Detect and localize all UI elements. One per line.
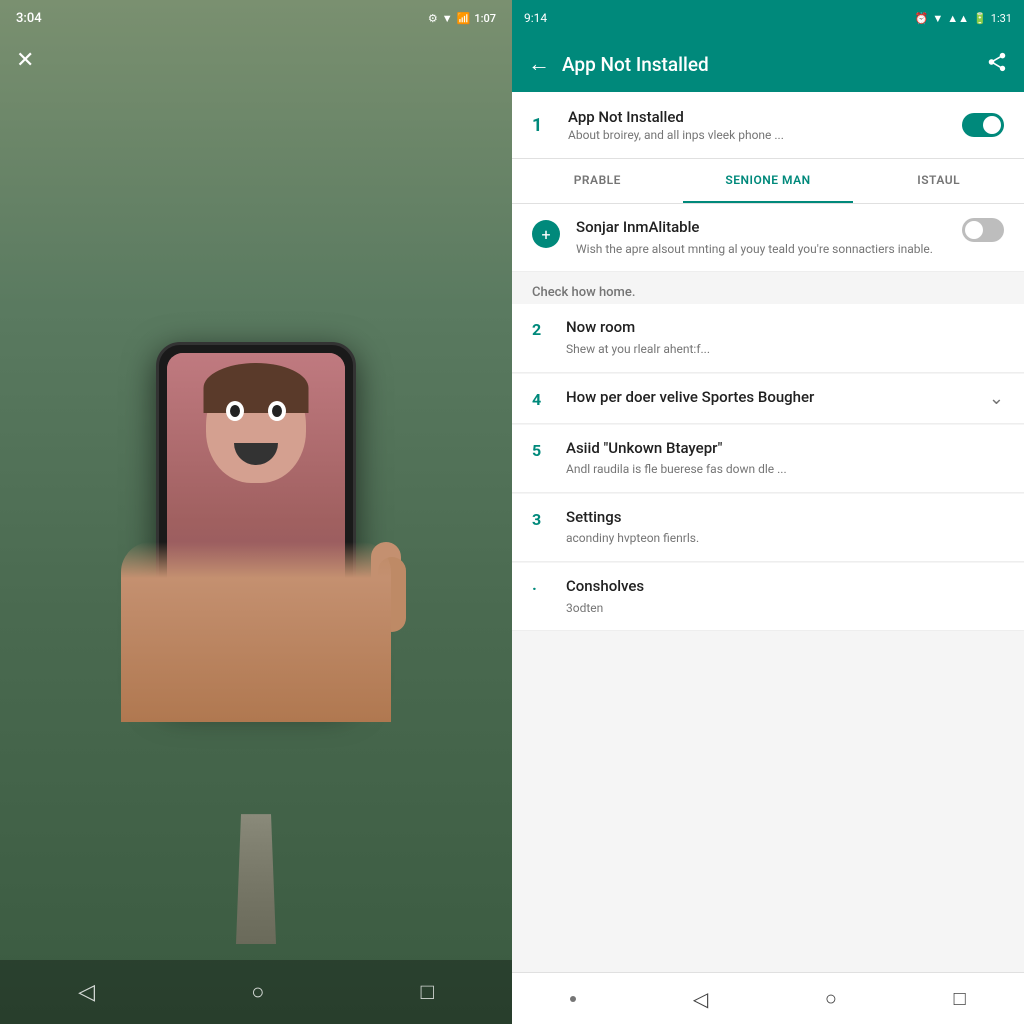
- alarm-icon: ⏰: [915, 12, 929, 25]
- right-bottom-nav: ◁ ○ □: [512, 972, 1024, 1024]
- app-info-toggle[interactable]: [962, 113, 1004, 137]
- content-list: + Sonjar InmAlitable Wish the apre alsou…: [512, 204, 1024, 972]
- list-item-4[interactable]: · Consholves 3odten: [512, 563, 1024, 631]
- list-item-0[interactable]: 2 Now room Shew at you rlealr ahent:f...: [512, 304, 1024, 372]
- list-item-2-title: Asiid "Unkown Btayepr": [566, 439, 1004, 459]
- hand-phone: No cayeto lns in cuide: [136, 302, 376, 722]
- wifi-icon: ▼: [442, 12, 453, 25]
- toolbar-back-button[interactable]: ←: [528, 51, 550, 77]
- right-status-time: 9:14: [524, 11, 547, 25]
- tab-prable[interactable]: PRABLE: [512, 159, 683, 203]
- list-item-4-number: ·: [532, 579, 550, 598]
- nav-dot: [570, 996, 576, 1002]
- featured-title: Sonjar InmAlitable: [576, 218, 946, 238]
- list-item-2-subtitle: Andl raudila is fle buerese fas down dle…: [566, 461, 1004, 478]
- list-item-4-title: Consholves: [566, 577, 1004, 597]
- top-time: 1:07: [474, 12, 496, 25]
- list-item-2-number: 5: [532, 441, 550, 460]
- list-item-1-right: ⌄: [989, 388, 1004, 409]
- list-item-0-content: Now room Shew at you rlealr ahent:f...: [566, 318, 1004, 357]
- list-item-2[interactable]: 5 Asiid "Unkown Btayepr" Andl raudila is…: [512, 425, 1024, 493]
- featured-icon-circle: +: [532, 220, 560, 248]
- right-recent-nav[interactable]: □: [954, 986, 966, 1011]
- plus-icon: +: [541, 225, 550, 244]
- left-panel: 3:04 ⚙ ▼ 📶 1:07 ✕: [0, 0, 512, 1024]
- list-item-1[interactable]: 4 How per doer velive Sportes Bougher ⌄: [512, 374, 1024, 424]
- left-top-bar: ✕: [0, 36, 512, 84]
- battery-icon: 🔋: [973, 12, 987, 25]
- list-item-0-title: Now room: [566, 318, 1004, 338]
- left-status-bar: 3:04 ⚙ ▼ 📶 1:07: [0, 0, 512, 36]
- app-info-text: App Not Installed About broirey, and all…: [568, 108, 962, 142]
- list-item-1-content: How per doer velive Sportes Bougher: [566, 388, 973, 408]
- settings-icon: ⚙: [428, 12, 438, 25]
- list-item-4-content: Consholves 3odten: [566, 577, 1004, 616]
- home-nav-icon[interactable]: ○: [251, 979, 264, 1005]
- list-item-3-title: Settings: [566, 508, 1004, 528]
- list-item-2-content: Asiid "Unkown Btayepr" Andl raudila is f…: [566, 439, 1004, 478]
- right-panel: 9:14 ⏰ ▼ ▲▲ 🔋 1:31 ← App Not Installed 1…: [512, 0, 1024, 1024]
- list-item-1-number: 4: [532, 390, 550, 409]
- signal-icon: 📶: [457, 12, 471, 25]
- phone-scene: No cayeto lns in cuide: [20, 80, 492, 944]
- signal-icon-right: ▲▲: [947, 12, 969, 25]
- right-status-bar: 9:14 ⏰ ▼ ▲▲ 🔋 1:31: [512, 0, 1024, 36]
- list-item-0-subtitle: Shew at you rlealr ahent:f...: [566, 341, 1004, 358]
- featured-list-item[interactable]: + Sonjar InmAlitable Wish the apre alsou…: [512, 204, 1024, 272]
- app-info-number: 1: [532, 115, 552, 136]
- toolbar-share-button[interactable]: [986, 51, 1008, 78]
- toolbar-title: App Not Installed: [562, 53, 974, 76]
- app-info-row: 1 App Not Installed About broirey, and a…: [512, 92, 1024, 159]
- app-info-title: App Not Installed: [568, 108, 962, 126]
- left-bottom-nav: ◁ ○ □: [0, 960, 512, 1024]
- right-status-icons: ⏰ ▼ ▲▲ 🔋 1:31: [915, 12, 1012, 25]
- left-status-icons: ⚙ ▼ 📶 1:07: [428, 12, 496, 25]
- list-item-4-subtitle: 3odten: [566, 600, 1004, 617]
- list-item-1-title: How per doer velive Sportes Bougher: [566, 388, 973, 408]
- right-home-nav[interactable]: ○: [825, 986, 837, 1011]
- chevron-down-icon: ⌄: [989, 388, 1004, 409]
- featured-toggle[interactable]: [962, 218, 1004, 242]
- tab-senione-man[interactable]: SENIONE MAN: [683, 159, 854, 203]
- recent-nav-icon[interactable]: □: [421, 979, 434, 1005]
- right-back-nav[interactable]: ◁: [693, 987, 708, 1011]
- list-item-3-content: Settings acondiny hvpteon fienrls.: [566, 508, 1004, 547]
- featured-content: Sonjar InmAlitable Wish the apre alsout …: [576, 218, 946, 257]
- app-info-subtitle: About broirey, and all inps vleek phonе …: [568, 128, 962, 142]
- list-item-0-number: 2: [532, 320, 550, 339]
- right-toolbar: ← App Not Installed: [512, 36, 1024, 92]
- featured-subtitle: Wish the apre alsout mnting al youy teal…: [576, 241, 946, 258]
- tabs-row: PRABLE SENIONE MAN ISTAUL: [512, 159, 1024, 204]
- list-item-3-number: 3: [532, 510, 550, 529]
- left-time: 3:04: [16, 11, 42, 26]
- right-status-time2: 1:31: [991, 12, 1012, 25]
- list-item-3-subtitle: acondiny hvpteon fienrls.: [566, 530, 1004, 547]
- section-header: Check how home.: [512, 273, 1024, 304]
- tab-istaul[interactable]: ISTAUL: [853, 159, 1024, 203]
- wifi-icon-right: ▼: [932, 12, 943, 25]
- close-button[interactable]: ✕: [16, 48, 34, 73]
- back-nav-icon[interactable]: ◁: [78, 980, 95, 1005]
- list-item-3[interactable]: 3 Settings acondiny hvpteon fienrls.: [512, 494, 1024, 562]
